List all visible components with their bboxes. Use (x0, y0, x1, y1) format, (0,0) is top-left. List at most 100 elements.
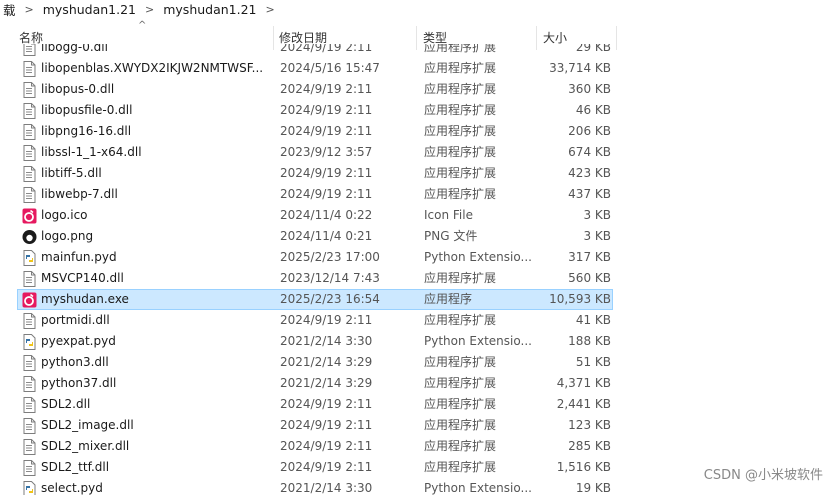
file-row[interactable]: SDL2_ttf.dll 2024/9/19 2:11 应用程序扩展 1,516 KB (17, 457, 613, 478)
file-modified-date: 2024/9/19 2:11 (280, 187, 373, 201)
file-name: libopus-0.dll (41, 82, 115, 96)
file-name: python3.dll (41, 355, 109, 369)
file-size: 10,593 KB (549, 292, 611, 306)
file-name: mainfun.pyd (41, 250, 117, 264)
breadcrumb-item[interactable]: myshudan1.21 (40, 2, 139, 17)
breadcrumb-item[interactable]: myshudan1.21 (160, 2, 259, 17)
dll-file-icon (22, 145, 37, 161)
file-modified-date: 2024/9/19 2:11 (280, 44, 373, 54)
file-type: 应用程序扩展 (424, 397, 497, 411)
file-row[interactable]: libssl-1_1-x64.dll 2023/9/12 3:57 应用程序扩展 67… (17, 142, 613, 163)
file-name: SDL2_ttf.dll (41, 460, 110, 474)
file-type: 应用程序扩展 (424, 355, 497, 369)
file-row[interactable]: logo.ico 2024/11/4 0:22 Icon File 3 KB (17, 205, 613, 226)
file-name: logo.ico (41, 208, 88, 222)
file-modified-date: 2021/2/14 3:30 (280, 334, 373, 348)
file-size: 674 KB (568, 145, 611, 159)
file-row[interactable]: portmidi.dll 2024/9/19 2:11 应用程序扩展 41 KB (17, 310, 613, 331)
file-type: 应用程序扩展 (424, 103, 497, 117)
file-size: 41 KB (575, 313, 611, 327)
file-row[interactable]: mainfun.pyd 2025/2/23 17:00 Python Extensi… (17, 247, 613, 268)
file-modified-date: 2025/2/23 16:54 (280, 292, 380, 306)
file-row[interactable]: libopus-0.dll 2024/9/19 2:11 应用程序扩展 360 KB (17, 79, 613, 100)
file-row[interactable]: libwebp-7.dll 2024/9/19 2:11 应用程序扩展 437 KB (17, 184, 613, 205)
file-type: Python Extensio... (424, 334, 532, 348)
dll-file-icon (22, 271, 37, 287)
breadcrumb-item[interactable]: 载 (0, 0, 19, 19)
file-row[interactable]: select.pyd 2021/2/14 3:30 Python Extensio.… (17, 478, 613, 495)
chevron-right-icon[interactable]: > (139, 3, 160, 16)
file-name: SDL2_image.dll (41, 418, 134, 432)
breadcrumb: 载 > myshudan1.21 > myshudan1.21 > (0, 0, 833, 18)
file-row[interactable]: libopusfile-0.dll 2024/9/19 2:11 应用程序扩展 46 … (17, 100, 613, 121)
file-size: 46 KB (575, 103, 611, 117)
python-file-icon (22, 334, 37, 350)
file-name: python37.dll (41, 376, 117, 390)
file-size: 19 KB (575, 481, 611, 495)
file-name: logo.png (41, 229, 94, 243)
file-size: 560 KB (568, 271, 611, 285)
file-type: 应用程序扩展 (424, 145, 497, 159)
file-row[interactable]: SDL2_image.dll 2024/9/19 2:11 应用程序扩展 123 KB (17, 415, 613, 436)
dll-file-icon (22, 187, 37, 203)
file-size: 4,371 KB (556, 376, 611, 390)
file-size: 437 KB (568, 187, 611, 201)
file-type: Icon File (424, 208, 473, 222)
file-modified-date: 2024/11/4 0:21 (280, 229, 373, 243)
file-row[interactable]: SDL2.dll 2024/9/19 2:11 应用程序扩展 2,441 KB (17, 394, 613, 415)
file-type: 应用程序扩展 (424, 271, 497, 285)
file-type: 应用程序扩展 (424, 124, 497, 138)
app-logo-icon (22, 292, 37, 308)
file-row[interactable]: SDL2_mixer.dll 2024/9/19 2:11 应用程序扩展 285 KB (17, 436, 613, 457)
file-row[interactable]: python37.dll 2021/2/14 3:29 应用程序扩展 4,371 KB (17, 373, 613, 394)
file-size: 317 KB (568, 250, 611, 264)
file-modified-date: 2024/9/19 2:11 (280, 460, 373, 474)
file-row-selected[interactable]: myshudan.exe 2025/2/23 16:54 应用程序 10,593 KB (17, 289, 613, 310)
file-name: libssl-1_1-x64.dll (41, 145, 142, 159)
file-size: 1,516 KB (556, 460, 611, 474)
file-name: libwebp-7.dll (41, 187, 118, 201)
chevron-right-icon[interactable]: > (19, 3, 40, 16)
file-row[interactable]: libopenblas.XWYDX2IKJW2NMTWSF... 2024/5/1… (17, 58, 613, 79)
dll-file-icon (22, 376, 37, 392)
file-size: 423 KB (568, 166, 611, 180)
file-type: 应用程序扩展 (424, 460, 497, 474)
file-type: 应用程序扩展 (424, 439, 497, 453)
file-modified-date: 2025/2/23 17:00 (280, 250, 380, 264)
file-row[interactable]: libtiff-5.dll 2024/9/19 2:11 应用程序扩展 423 KB (17, 163, 613, 184)
dll-file-icon (22, 103, 37, 119)
file-name: SDL2_mixer.dll (41, 439, 130, 453)
file-name: myshudan.exe (41, 292, 129, 306)
file-name: libopenblas.XWYDX2IKJW2NMTWSF... (41, 61, 264, 75)
chevron-right-icon[interactable]: > (260, 3, 281, 16)
file-row[interactable]: logo.png 2024/11/4 0:21 PNG 文件 3 KB (17, 226, 613, 247)
file-name: pyexpat.pyd (41, 334, 116, 348)
file-modified-date: 2024/9/19 2:11 (280, 124, 373, 138)
dll-file-icon (22, 439, 37, 455)
file-row[interactable]: libpng16-16.dll 2024/9/19 2:11 应用程序扩展 206 K… (17, 121, 613, 142)
file-size: 33,714 KB (549, 61, 611, 75)
file-type: Python Extensio... (424, 250, 532, 264)
file-row[interactable]: libogg-0.dll 2024/9/19 2:11 应用程序扩展 29 KB (17, 44, 613, 58)
file-name: libogg-0.dll (41, 44, 108, 54)
file-name: portmidi.dll (41, 313, 110, 327)
dll-file-icon (22, 82, 37, 98)
file-modified-date: 2021/2/14 3:29 (280, 376, 373, 390)
dll-file-icon (22, 166, 37, 182)
file-type: 应用程序 (424, 292, 473, 306)
file-name: MSVCP140.dll (41, 271, 124, 285)
file-type: 应用程序扩展 (424, 418, 497, 432)
file-modified-date: 2024/9/19 2:11 (280, 313, 373, 327)
dll-file-icon (22, 355, 37, 371)
file-size: 188 KB (568, 334, 611, 348)
file-type: 应用程序扩展 (424, 313, 497, 327)
file-modified-date: 2021/2/14 3:30 (280, 481, 373, 495)
file-row[interactable]: pyexpat.pyd 2021/2/14 3:30 Python Extensio… (17, 331, 613, 352)
file-size: 2,441 KB (556, 397, 611, 411)
dll-file-icon (22, 124, 37, 140)
file-row[interactable]: MSVCP140.dll 2023/12/14 7:43 应用程序扩展 560 KB (17, 268, 613, 289)
file-row[interactable]: python3.dll 2021/2/14 3:29 应用程序扩展 51 KB (17, 352, 613, 373)
file-name: libtiff-5.dll (41, 166, 102, 180)
file-type: 应用程序扩展 (424, 376, 497, 390)
file-modified-date: 2024/9/19 2:11 (280, 397, 373, 411)
